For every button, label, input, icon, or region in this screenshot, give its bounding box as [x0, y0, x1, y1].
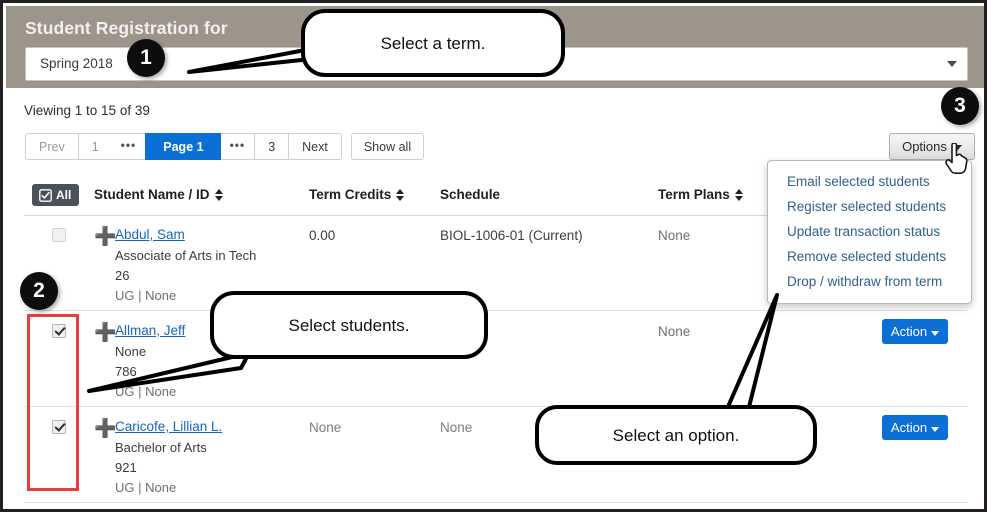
options-button-label: Options [902, 139, 947, 154]
cell-term-credits: 0.00 [309, 228, 336, 243]
caret-down-icon [931, 330, 940, 336]
table-row: ➕ Caricofe, Lillian L. Bachelor of Arts … [24, 407, 968, 503]
term-select-dropdown[interactable]: Spring 2018 [25, 47, 968, 81]
plus-icon[interactable]: ➕ [94, 227, 116, 245]
student-name-link[interactable]: Caricofe, Lillian L. [115, 419, 222, 434]
column-header-term-plans[interactable]: Term Plans [658, 187, 744, 202]
column-header-term-plans-label: Term Plans [658, 187, 730, 202]
student-name-link[interactable]: Allman, Jeff [115, 323, 185, 338]
pagination-ellipsis-left: ••• [111, 133, 146, 160]
student-program: None [115, 344, 147, 359]
options-dropdown-menu: Email selected students Register selecte… [767, 160, 972, 304]
row-action-label: Action [890, 324, 928, 339]
select-all-button[interactable]: All [32, 184, 80, 206]
step-badge-2: 2 [20, 272, 58, 310]
pagination-page-1-button[interactable]: 1 [77, 133, 112, 160]
pagination-ellipsis-right: ••• [220, 133, 255, 160]
menu-item-register-selected-students[interactable]: Register selected students [768, 194, 971, 219]
cell-schedule: None [440, 420, 473, 435]
checkbox-highlight-box [27, 314, 79, 491]
term-select-value: Spring 2018 [40, 56, 113, 71]
sort-arrows-icon [396, 188, 405, 202]
cell-term-credits: None [309, 420, 342, 435]
student-id: 786 [115, 364, 137, 379]
cell-term-plans: None [658, 324, 691, 339]
table-row: ➕ Allman, Jeff None 786 UG | None None A… [24, 311, 968, 407]
cell-schedule: BIOL-1006-01 (Current) [440, 228, 583, 243]
mouse-cursor-hand-icon [945, 143, 968, 174]
sort-arrows-icon [734, 188, 744, 202]
menu-item-email-selected-students[interactable]: Email selected students [768, 169, 971, 194]
menu-item-update-transaction-status[interactable]: Update transaction status [768, 219, 971, 244]
menu-item-remove-selected-students[interactable]: Remove selected students [768, 244, 971, 269]
pagination-prev-button[interactable]: Prev [25, 133, 78, 160]
chevron-down-icon [947, 61, 957, 67]
row-action-button[interactable]: Action [882, 319, 948, 344]
step-badge-3: 3 [941, 87, 979, 125]
student-id: 921 [115, 460, 137, 475]
plus-icon[interactable]: ➕ [94, 419, 116, 437]
pagination: Prev 1 ••• Page 1 ••• 3 Next Show all [25, 133, 425, 160]
show-all-button[interactable]: Show all [350, 133, 425, 160]
student-meta: UG | None [115, 480, 177, 495]
menu-item-drop-withdraw-from-term[interactable]: Drop / withdraw from term [768, 269, 971, 294]
column-header-schedule: Schedule [440, 187, 500, 202]
pagination-next-button[interactable]: Next [288, 133, 342, 160]
student-program: Bachelor of Arts [115, 440, 207, 455]
step-badge-1: 1 [127, 39, 165, 77]
row-action-button[interactable]: Action [882, 415, 948, 440]
sort-arrows-icon [214, 188, 224, 202]
select-all-label: All [56, 188, 72, 202]
column-header-student-name[interactable]: Student Name / ID [94, 187, 224, 202]
student-program: Associate of Arts in Tech [115, 248, 257, 263]
student-id: 26 [115, 268, 130, 283]
row-checkbox[interactable] [52, 228, 66, 242]
cell-term-plans: None [658, 228, 691, 243]
screenshot-root: Student Registration for Spring 2018 Vie… [0, 0, 987, 512]
check-square-icon [39, 188, 52, 202]
student-meta: UG | None [115, 384, 177, 399]
plus-icon[interactable]: ➕ [94, 323, 116, 341]
column-header-term-credits-label: Term Credits [309, 187, 392, 202]
student-meta: UG | None [115, 288, 177, 303]
student-name-link[interactable]: Abdul, Sam [115, 227, 185, 242]
pagination-page-3-button[interactable]: 3 [254, 133, 289, 160]
column-header-schedule-label: Schedule [440, 187, 501, 202]
column-header-term-credits[interactable]: Term Credits [309, 187, 405, 202]
page-title: Student Registration for [25, 18, 228, 38]
viewing-count-label: Viewing 1 to 15 of 39 [24, 103, 150, 118]
column-header-student-name-label: Student Name / ID [94, 187, 210, 202]
caret-down-icon [931, 426, 940, 432]
pagination-current-page[interactable]: Page 1 [145, 133, 221, 160]
row-action-label: Action [890, 420, 928, 435]
